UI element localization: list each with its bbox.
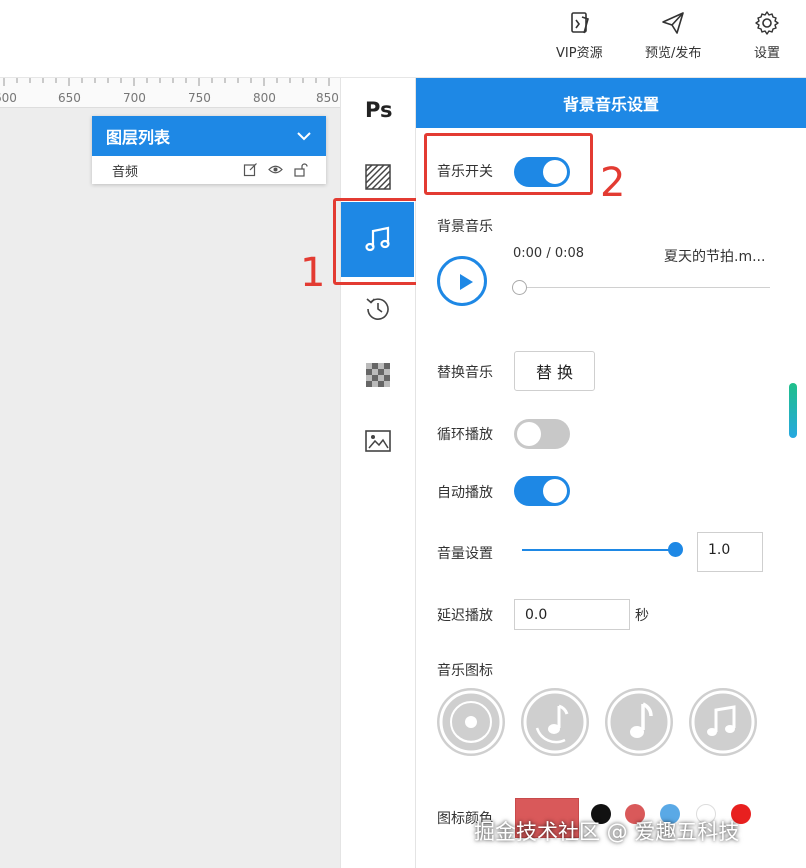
layer-item-label: 音频 bbox=[112, 164, 139, 180]
annotation-number-1: 1 bbox=[300, 250, 326, 296]
image-icon[interactable] bbox=[363, 426, 393, 456]
replace-button[interactable]: 替 换 bbox=[514, 351, 595, 391]
music-icon-option[interactable] bbox=[689, 688, 757, 756]
watermark: 掘金技术社区 @ 爱趣五科技 bbox=[474, 820, 740, 844]
autoplay-toggle[interactable] bbox=[514, 476, 570, 506]
bg-music-label: 背景音乐 bbox=[437, 219, 493, 235]
loop-label: 循环播放 bbox=[437, 427, 493, 443]
top-toolbar: VIP资源 预览/发布 设置 bbox=[0, 0, 806, 78]
delay-unit: 秒 bbox=[635, 608, 649, 624]
eye-icon[interactable] bbox=[268, 162, 283, 177]
ruler-label: 800 bbox=[253, 91, 276, 105]
photoshop-tool[interactable]: Ps bbox=[365, 98, 393, 122]
toggle-knob bbox=[543, 479, 567, 503]
playback-time: 0:00 / 0:08 bbox=[513, 246, 585, 261]
settings-label: 设置 bbox=[754, 46, 781, 61]
vip-resources-button[interactable]: VIP资源 bbox=[556, 10, 603, 61]
ruler-ticks bbox=[3, 78, 330, 86]
editor-canvas[interactable]: 600 650 700 750 800 850 bbox=[0, 78, 340, 868]
delay-input[interactable]: 0.0 bbox=[514, 599, 630, 630]
delay-label: 延迟播放 bbox=[437, 608, 493, 624]
eighth-note-icon bbox=[607, 690, 671, 754]
edit-icon[interactable] bbox=[243, 162, 258, 177]
vip-resources-label: VIP资源 bbox=[556, 46, 603, 61]
horizontal-ruler: 600 650 700 750 800 850 bbox=[0, 78, 340, 108]
ruler-label: 700 bbox=[123, 91, 146, 105]
beamed-notes-icon bbox=[691, 690, 755, 754]
playback-progress-track[interactable] bbox=[518, 287, 770, 288]
ruler-label: 750 bbox=[188, 91, 211, 105]
vinyl-disc-icon bbox=[439, 690, 503, 754]
replace-music-label: 替换音乐 bbox=[437, 365, 493, 381]
settings-button[interactable]: 设置 bbox=[754, 10, 780, 61]
gear-icon bbox=[755, 11, 779, 35]
music-icon-label: 音乐图标 bbox=[437, 663, 493, 679]
playback-progress-thumb[interactable] bbox=[512, 280, 527, 295]
volume-slider-thumb[interactable] bbox=[668, 542, 683, 557]
preview-publish-label: 预览/发布 bbox=[645, 46, 702, 61]
toggle-knob bbox=[517, 422, 541, 446]
annotation-highlight-2 bbox=[424, 133, 593, 195]
layer-list-header[interactable]: 图层列表 bbox=[92, 116, 326, 156]
annotation-number-2: 2 bbox=[600, 160, 626, 206]
preview-publish-button[interactable]: 预览/发布 bbox=[645, 10, 701, 61]
autoplay-label: 自动播放 bbox=[437, 485, 493, 501]
volume-slider-track[interactable] bbox=[522, 549, 678, 551]
tool-rail: Ps bbox=[340, 78, 416, 868]
vip-cards-icon bbox=[571, 12, 590, 34]
play-icon bbox=[460, 274, 473, 290]
music-icon-option[interactable] bbox=[605, 688, 673, 756]
loop-toggle[interactable] bbox=[514, 419, 570, 449]
scrollbar-thumb[interactable] bbox=[789, 383, 797, 438]
paper-plane-icon bbox=[662, 12, 684, 34]
layer-item[interactable]: 音频 bbox=[92, 156, 326, 184]
panel-title: 背景音乐设置 bbox=[416, 78, 806, 128]
music-filename: 夏天的节拍.m... bbox=[664, 249, 766, 265]
ruler-label: 650 bbox=[58, 91, 81, 105]
disc-note-icon bbox=[523, 690, 587, 754]
mosaic-icon[interactable] bbox=[363, 360, 393, 390]
play-button[interactable] bbox=[437, 256, 487, 306]
texture-icon[interactable] bbox=[363, 162, 393, 192]
ruler-label: 600 bbox=[0, 91, 17, 105]
unlock-icon[interactable] bbox=[293, 162, 308, 177]
chevron-down-icon[interactable] bbox=[296, 128, 312, 144]
layer-list-panel: 图层列表 音频 bbox=[92, 116, 326, 184]
annotation-highlight-1 bbox=[333, 198, 422, 285]
music-icon-option[interactable] bbox=[437, 688, 505, 756]
volume-input[interactable]: 1.0 bbox=[697, 532, 763, 572]
history-icon[interactable] bbox=[363, 294, 393, 324]
music-icon-option[interactable] bbox=[521, 688, 589, 756]
volume-label: 音量设置 bbox=[437, 546, 493, 562]
layer-list-title: 图层列表 bbox=[106, 128, 171, 147]
ruler-label: 850 bbox=[316, 91, 339, 105]
